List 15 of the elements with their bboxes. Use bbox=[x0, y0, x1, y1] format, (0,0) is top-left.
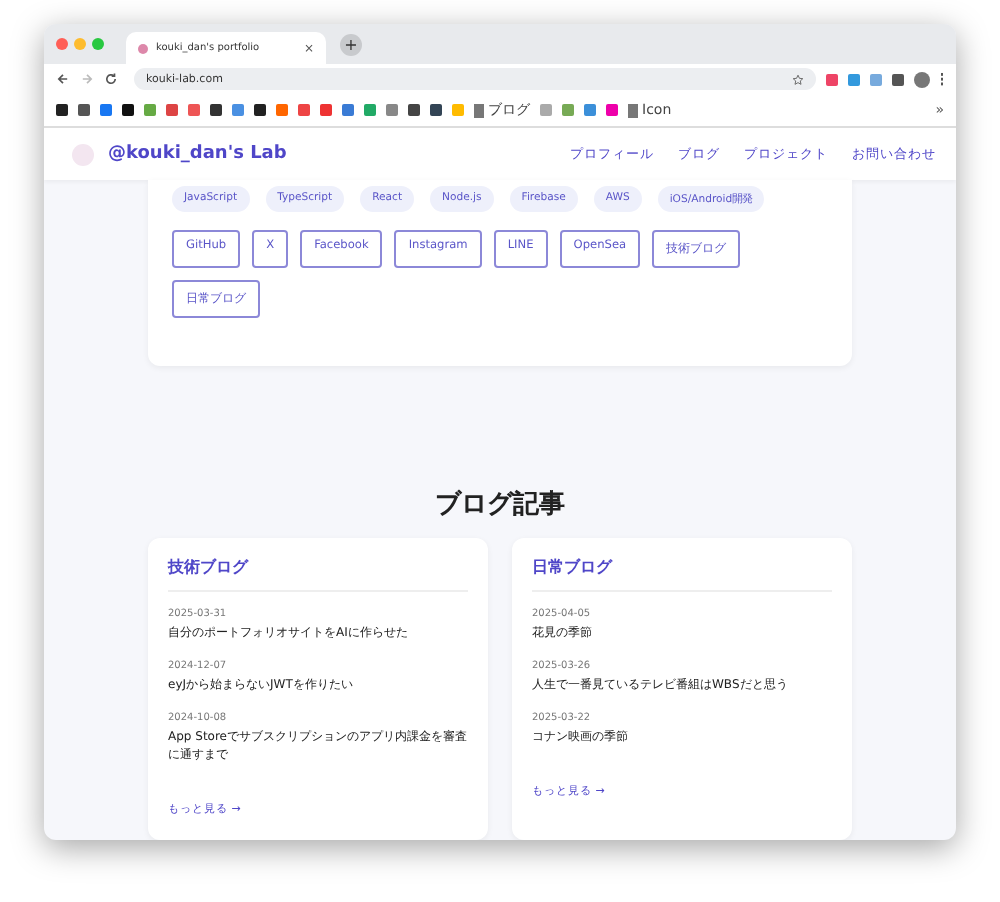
blog-category-title: 日常ブログ bbox=[532, 556, 832, 592]
reload-icon[interactable] bbox=[104, 72, 118, 86]
minimize-window-icon[interactable] bbox=[74, 38, 86, 50]
blog-category-title: 技術ブログ bbox=[168, 556, 468, 592]
forward-arrow-icon[interactable] bbox=[80, 72, 94, 86]
close-window-icon[interactable] bbox=[56, 38, 68, 50]
bookmark-star-icon[interactable] bbox=[792, 73, 804, 85]
logo-icon bbox=[72, 143, 94, 165]
new-tab-button[interactable]: + bbox=[340, 33, 362, 55]
site-logo[interactable]: @kouki_dan's Lab bbox=[108, 144, 287, 164]
section-title: ブログ記事 bbox=[435, 487, 565, 522]
maximize-window-icon[interactable] bbox=[92, 38, 104, 50]
profile-avatar[interactable] bbox=[914, 71, 930, 87]
favicon-icon bbox=[138, 43, 148, 53]
back-arrow-icon[interactable] bbox=[56, 72, 70, 86]
